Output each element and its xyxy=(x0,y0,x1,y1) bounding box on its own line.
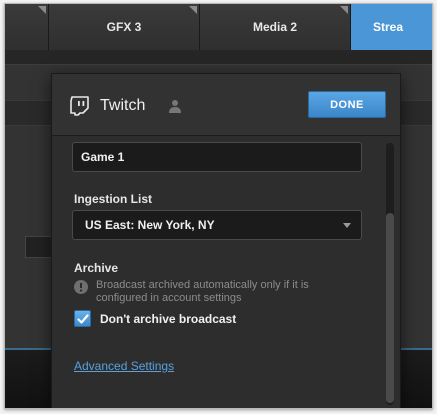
tab-corner-marker xyxy=(340,6,348,14)
dont-archive-checkbox[interactable] xyxy=(74,310,91,327)
archive-label: Archive xyxy=(74,261,119,275)
ingestion-list-label: Ingestion List xyxy=(74,192,152,206)
ingestion-select-value: US East: New York, NY xyxy=(85,218,215,232)
tab-stream[interactable]: Strea xyxy=(351,4,432,50)
tab-media-2[interactable]: Media 2 xyxy=(200,4,351,50)
twitch-icon xyxy=(70,96,89,116)
tab-corner-marker xyxy=(189,6,197,14)
dont-archive-label[interactable]: Don't archive broadcast xyxy=(100,312,236,326)
advanced-settings-link[interactable]: Advanced Settings xyxy=(74,359,174,373)
info-icon xyxy=(74,280,88,294)
app-window: GFX 3 Media 2 Strea Twitch DONE Game 1 I… xyxy=(4,3,433,409)
checkmark-icon xyxy=(76,313,89,324)
tab-label: Strea xyxy=(373,20,404,34)
archive-info-text: Broadcast archived automatically only if… xyxy=(96,279,309,304)
popover-header: Twitch DONE xyxy=(52,74,400,136)
twitch-settings-popover: Twitch DONE Game 1 Ingestion List US Eas… xyxy=(51,73,401,408)
tab-gfx-3[interactable]: GFX 3 xyxy=(49,4,200,50)
broadcast-title-field[interactable]: Game 1 xyxy=(72,142,362,172)
done-button[interactable]: DONE xyxy=(308,91,386,118)
tab-label: Media 2 xyxy=(252,20,297,34)
popover-scrollbar[interactable] xyxy=(386,143,394,405)
tab-strip: GFX 3 Media 2 Strea xyxy=(5,4,432,50)
tab-previous[interactable] xyxy=(5,4,49,50)
ingestion-select[interactable]: US East: New York, NY xyxy=(72,210,362,240)
tab-corner-marker xyxy=(38,6,46,14)
popover-title: Twitch xyxy=(100,97,146,114)
popover-body: Game 1 Ingestion List US East: New York,… xyxy=(52,137,400,408)
user-icon[interactable] xyxy=(168,99,182,113)
background-control xyxy=(25,236,53,258)
tab-label: GFX 3 xyxy=(106,20,142,34)
scrollbar-thumb[interactable] xyxy=(386,213,394,403)
chevron-down-icon xyxy=(343,223,351,228)
